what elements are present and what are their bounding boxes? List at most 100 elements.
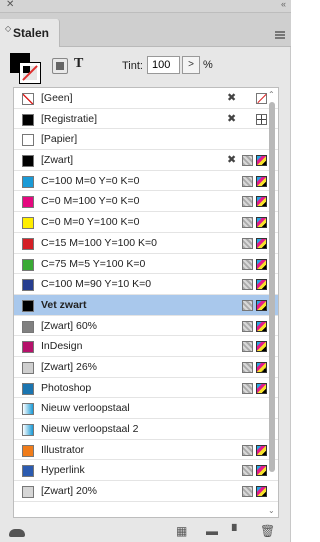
swatch-row[interactable]: C=100 M=90 Y=10 K=0	[14, 274, 278, 295]
tint-slider-button[interactable]: >	[182, 56, 200, 74]
fill-stroke-proxy[interactable]	[10, 53, 42, 84]
swatch-controls: T Tint: > %	[0, 48, 291, 88]
cmyk-mode-icon	[256, 382, 267, 394]
swatch-name: Nieuw verloopstaal 2	[41, 423, 139, 435]
tint-input[interactable]	[147, 56, 180, 74]
close-icon[interactable]: ✕	[6, 0, 14, 10]
stroke-swatch[interactable]	[19, 62, 41, 84]
swatch-color-chip	[22, 155, 34, 168]
cmyk-mode-icon	[256, 341, 267, 353]
process-color-icon	[242, 196, 253, 208]
swatch-color-chip	[22, 465, 34, 478]
cmyk-mode-icon	[256, 444, 267, 456]
swatch-color-chip	[22, 403, 34, 416]
swatch-list: [Geen] ✖ [Registratie] ✖ [Papier] [Zwart] ✖ C=1…	[13, 87, 279, 518]
cmyk-mode-icon	[256, 465, 267, 477]
swatch-row[interactable]: InDesign	[14, 336, 278, 357]
swatch-row[interactable]: Nieuw verloopstaal 2	[14, 419, 278, 440]
swatch-color-chip	[22, 341, 34, 354]
process-color-icon	[242, 486, 253, 498]
swatch-name: [Zwart] 60%	[41, 319, 98, 332]
swatch-row[interactable]: [Papier]	[14, 129, 278, 151]
swatch-row[interactable]: C=15 M=100 Y=100 K=0	[14, 233, 278, 254]
swatch-color-chip	[22, 361, 34, 374]
cmyk-mode-icon	[256, 217, 267, 229]
scroll-down-icon[interactable]: ⌄	[268, 506, 275, 515]
swatch-color-chip	[22, 279, 34, 292]
swatch-name: InDesign	[41, 340, 83, 353]
tab-expand-icon[interactable]: ◇	[5, 25, 11, 33]
non-editable-icon: ✖	[227, 154, 237, 167]
panel-tabbar: ◇ Stalen	[0, 13, 291, 47]
scroll-up-icon[interactable]: ⌃	[268, 90, 275, 99]
process-color-icon	[242, 444, 253, 456]
swatch-row[interactable]: C=0 M=0 Y=100 K=0	[14, 212, 278, 233]
swatch-color-chip	[22, 320, 34, 333]
swatch-name: [Geen]	[41, 92, 73, 104]
swatch-row[interactable]: Photoshop	[14, 378, 278, 399]
non-editable-icon: ✖	[227, 112, 237, 125]
swatch-color-chip	[22, 237, 34, 250]
swatch-color-chip	[22, 486, 34, 499]
swatch-row[interactable]: [Registratie] ✖	[14, 109, 278, 130]
process-color-icon	[242, 155, 253, 167]
swatch-row[interactable]: [Zwart] 60%	[14, 316, 278, 337]
collapse-icon[interactable]: «	[281, 0, 286, 9]
delete-swatch-icon[interactable]: 🗑	[260, 524, 275, 538]
swatch-color-chip	[22, 299, 34, 312]
swatch-name: Hyperlink	[41, 464, 85, 477]
panel-menu-icon[interactable]	[275, 31, 285, 39]
swatch-row[interactable]: [Zwart] 20%	[14, 481, 278, 502]
swatch-row[interactable]: Vet zwart	[14, 294, 278, 316]
swatch-color-chip	[22, 258, 34, 271]
swatch-color-chip	[22, 424, 34, 436]
cmyk-mode-icon	[256, 279, 267, 291]
swatch-name: C=0 M=0 Y=100 K=0	[41, 216, 140, 229]
process-color-icon	[242, 175, 253, 187]
cmyk-mode-icon	[256, 237, 267, 249]
swatch-color-chip	[22, 93, 34, 105]
swatch-name: C=15 M=100 Y=100 K=0	[41, 236, 157, 249]
scrollbar-thumb[interactable]	[269, 102, 275, 472]
cmyk-mode-icon	[256, 155, 267, 167]
show-swatch-views-icon[interactable]: ▦	[176, 524, 187, 538]
swatch-color-chip	[22, 217, 34, 230]
swatch-row[interactable]: C=75 M=5 Y=100 K=0	[14, 254, 278, 275]
cmyk-mode-icon	[256, 320, 267, 332]
swatch-row[interactable]: [Zwart] 26%	[14, 357, 278, 378]
swatch-row[interactable]: C=100 M=0 Y=0 K=0	[14, 171, 278, 192]
cmyk-mode-icon	[256, 361, 267, 373]
process-color-icon	[242, 237, 253, 249]
swatch-color-chip	[22, 382, 34, 395]
swatch-name: [Registratie]	[41, 112, 98, 125]
new-swatch-icon[interactable]: ▘	[232, 524, 241, 538]
swatch-color-chip	[22, 134, 34, 147]
scrollbar[interactable]: ⌃ ⌄	[267, 88, 277, 517]
tab-stalen[interactable]: ◇ Stalen	[0, 19, 60, 47]
new-color-group-icon[interactable]: ▬	[206, 524, 218, 538]
registration-mode-icon	[256, 113, 267, 125]
formatting-text-button[interactable]: T	[74, 56, 83, 72]
cmyk-mode-icon	[256, 258, 267, 270]
cmyk-mode-icon	[256, 486, 267, 498]
swatch-row[interactable]: Illustrator	[14, 440, 278, 461]
swatch-row[interactable]: Hyperlink	[14, 460, 278, 482]
swatch-row[interactable]: [Zwart] ✖	[14, 150, 278, 171]
process-color-icon	[242, 279, 253, 291]
swatch-name: Illustrator	[41, 443, 85, 456]
swatch-name: Nieuw verloopstaal	[41, 402, 130, 415]
swatch-row[interactable]: C=0 M=100 Y=0 K=0	[14, 191, 278, 213]
panel-titlebar: ✕ «	[0, 0, 291, 13]
swatch-row[interactable]: [Geen] ✖	[14, 88, 278, 109]
swatch-name: Photoshop	[41, 381, 92, 394]
tint-unit: %	[203, 59, 213, 71]
panel-footer: ▦ ▬ ▘ 🗑	[0, 520, 291, 542]
cc-libraries-icon[interactable]	[9, 529, 25, 537]
formatting-container-button[interactable]	[52, 58, 68, 74]
process-color-icon	[242, 320, 253, 332]
swatch-row[interactable]: Nieuw verloopstaal	[14, 398, 278, 419]
swatch-name: [Papier]	[41, 133, 78, 146]
swatch-name: [Zwart]	[41, 154, 74, 167]
non-editable-icon: ✖	[227, 92, 237, 104]
swatch-color-chip	[22, 196, 34, 209]
